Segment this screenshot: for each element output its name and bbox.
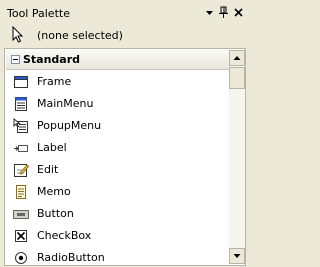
vertical-scrollbar[interactable]	[229, 50, 245, 264]
component-items: Frame MainMenu PopupMenu Label Edit Memo…	[6, 71, 229, 265]
checkbox-icon	[13, 228, 29, 244]
palette-title: Tool Palette	[7, 7, 70, 20]
list-item-button[interactable]: Button	[6, 203, 229, 225]
dropdown-icon[interactable]	[204, 6, 215, 19]
scroll-up-button[interactable]	[229, 50, 245, 66]
frame-icon	[13, 74, 29, 90]
edit-icon	[13, 162, 29, 178]
close-icon[interactable]	[233, 6, 244, 19]
scroll-down-button[interactable]	[229, 248, 245, 264]
list-item-label: Button	[37, 207, 74, 220]
category-label: Standard	[23, 53, 81, 66]
list-item-label[interactable]: Label	[6, 137, 229, 159]
list-item-label: PopupMenu	[37, 119, 102, 132]
none-selected-label: (none selected)	[37, 29, 123, 42]
list-item-checkbox[interactable]: CheckBox	[6, 225, 229, 247]
radiobutton-icon	[13, 250, 29, 265]
list-item-label: MainMenu	[37, 97, 94, 110]
none-selected-row[interactable]: (none selected)	[0, 26, 249, 46]
label-icon	[13, 140, 29, 156]
list-item-label: CheckBox	[37, 229, 92, 242]
tool-palette: Tool Palette (none selected) Standard Fr…	[0, 0, 249, 267]
popupmenu-icon	[13, 118, 29, 134]
mainmenu-icon	[13, 96, 29, 112]
list-item-radiobutton[interactable]: RadioButton	[6, 247, 229, 265]
component-list: Standard Frame MainMenu PopupMenu Label …	[4, 48, 246, 266]
list-item-frame[interactable]: Frame	[6, 71, 229, 93]
pointer-arrow-icon	[10, 26, 26, 44]
pin-icon[interactable]	[218, 6, 229, 19]
scroll-thumb[interactable]	[229, 67, 245, 89]
list-item-label: Memo	[37, 185, 71, 198]
list-item-label: Frame	[37, 75, 72, 88]
list-item-memo[interactable]: Memo	[6, 181, 229, 203]
list-item-mainmenu[interactable]: MainMenu	[6, 93, 229, 115]
list-item-edit[interactable]: Edit	[6, 159, 229, 181]
button-icon	[13, 206, 29, 222]
collapse-icon[interactable]	[11, 55, 20, 64]
list-item-label: RadioButton	[37, 251, 105, 264]
palette-titlebar: Tool Palette	[0, 0, 249, 26]
memo-icon	[13, 184, 29, 200]
list-item-popupmenu[interactable]: PopupMenu	[6, 115, 229, 137]
list-item-label: Edit	[37, 163, 59, 176]
category-standard[interactable]: Standard	[6, 50, 229, 70]
list-item-label-text: Label	[37, 141, 67, 154]
